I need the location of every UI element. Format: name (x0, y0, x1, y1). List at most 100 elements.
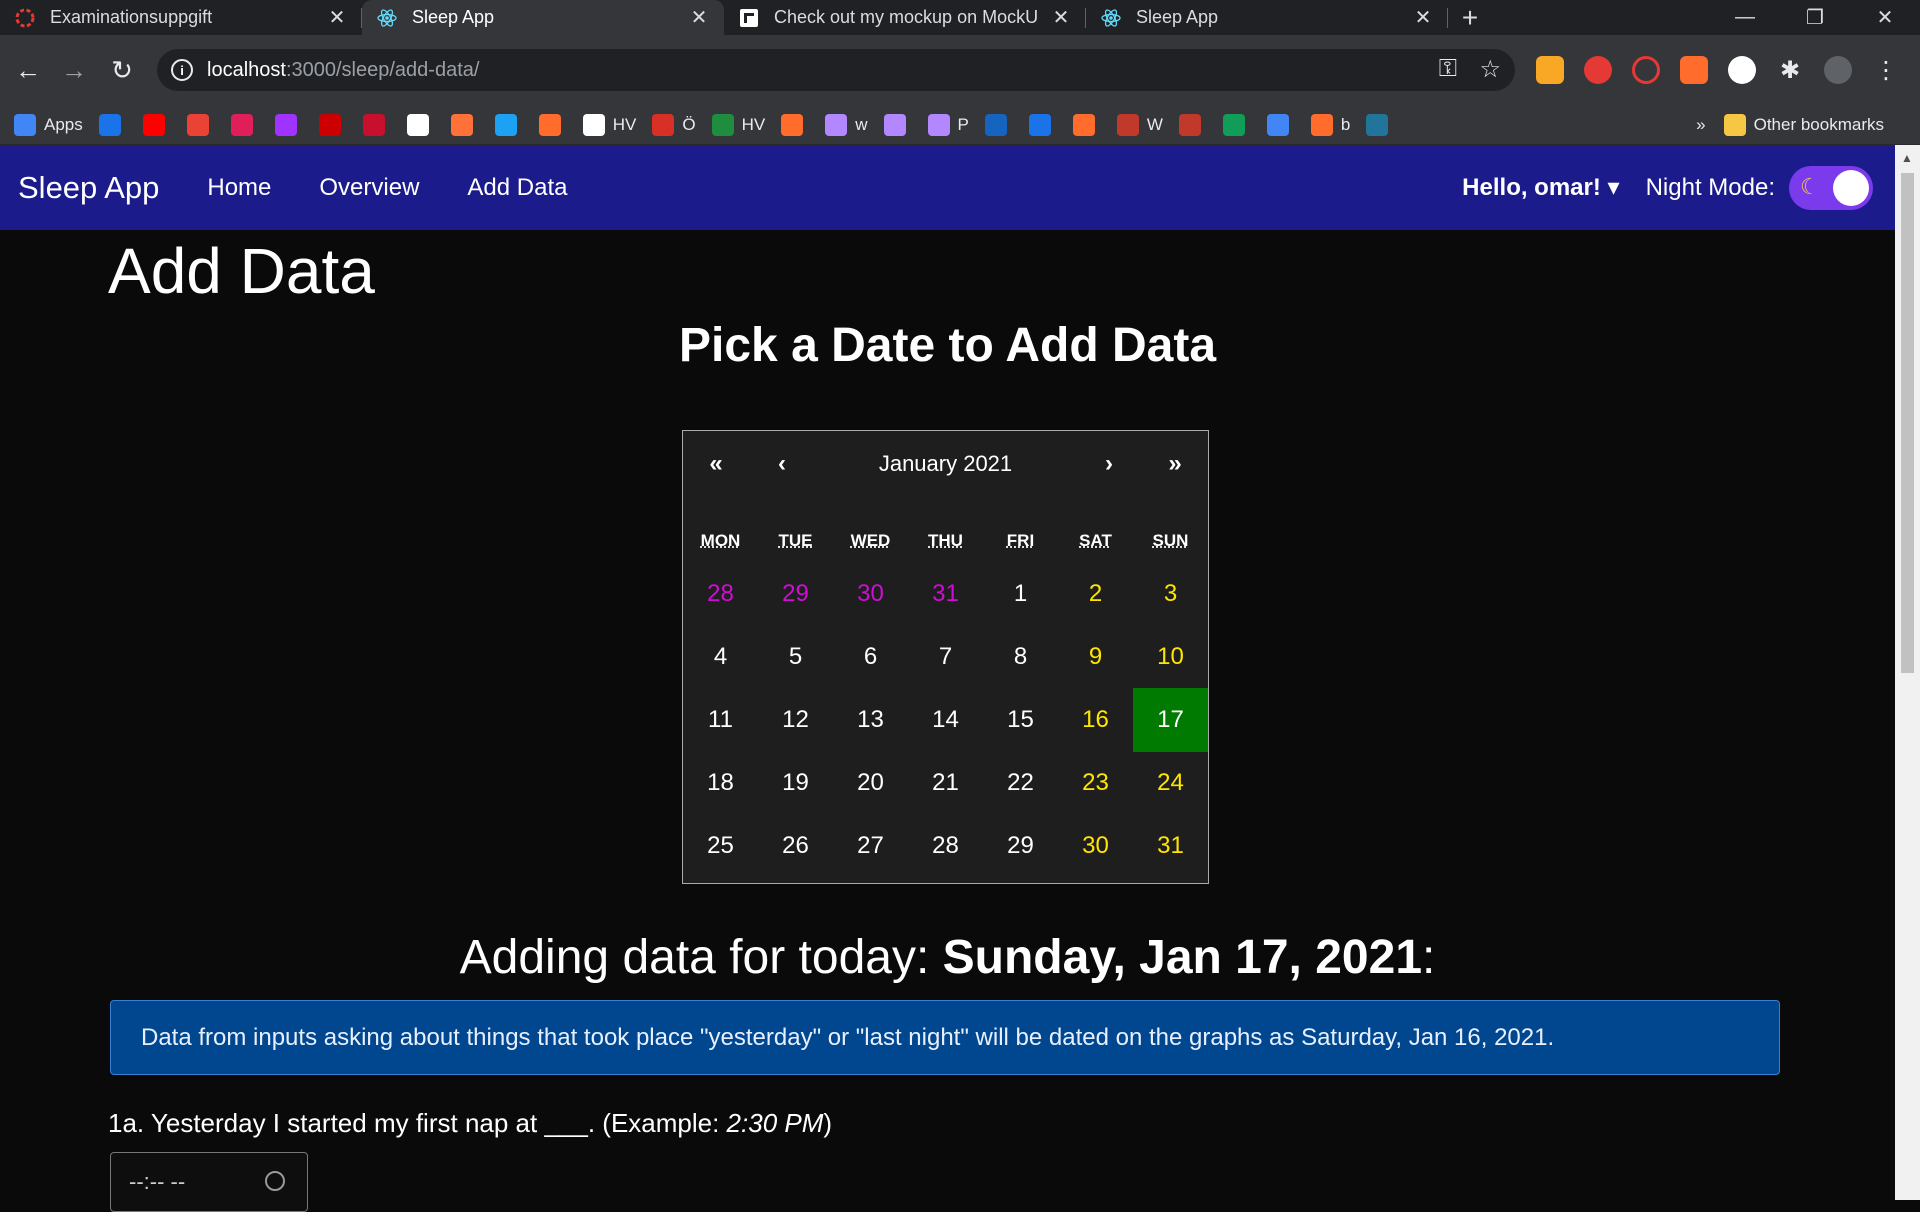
bookmarks-more[interactable]: » (1696, 115, 1705, 135)
star-bookmark-icon[interactable]: ☆ (1479, 55, 1501, 84)
calendar-day[interactable]: 13 (833, 688, 908, 751)
calendar-day[interactable]: 30 (833, 562, 908, 625)
calendar-day[interactable]: 12 (758, 688, 833, 751)
calendar-day[interactable]: 25 (683, 815, 758, 878)
calendar-day[interactable]: 15 (983, 688, 1058, 751)
bookmark-item[interactable] (1366, 113, 1396, 136)
extension-icon[interactable] (1632, 56, 1660, 84)
bookmark-item[interactable] (98, 113, 129, 136)
profile-avatar[interactable] (1824, 56, 1852, 84)
browser-tab[interactable]: Examinationsuppgift ✕ (0, 0, 362, 35)
nav-overview[interactable]: Overview (319, 174, 419, 202)
bookmark-item[interactable] (450, 113, 481, 136)
close-tab-icon[interactable]: ✕ (1050, 5, 1072, 30)
calendar-day[interactable]: 31 (1133, 815, 1208, 878)
bookmark-item[interactable] (494, 113, 525, 136)
site-info-icon[interactable]: i (171, 59, 193, 81)
extension-icon[interactable] (1728, 56, 1756, 84)
bookmark-item[interactable] (318, 113, 349, 136)
bookmark-item[interactable]: w (825, 113, 868, 136)
calendar-day[interactable]: 10 (1133, 625, 1208, 688)
browser-tab-active[interactable]: Sleep App ✕ (362, 0, 724, 35)
calendar-day[interactable]: 28 (908, 815, 983, 878)
bookmark-item[interactable] (142, 113, 173, 136)
prev-year-button[interactable]: « (683, 450, 749, 478)
bookmark-item[interactable]: HV (582, 113, 636, 136)
bookmark-item[interactable] (1028, 113, 1059, 136)
calendar-day[interactable]: 16 (1058, 688, 1133, 751)
close-tab-icon[interactable]: ✕ (1412, 5, 1434, 30)
next-year-button[interactable]: » (1142, 450, 1208, 478)
key-icon[interactable]: ⚿ (1439, 55, 1457, 83)
bookmark-item[interactable] (274, 113, 305, 136)
calendar-day[interactable]: 21 (908, 752, 983, 815)
calendar-day[interactable]: 8 (983, 625, 1058, 688)
calendar-day[interactable]: 30 (1058, 815, 1133, 878)
calendar-day[interactable]: 6 (833, 625, 908, 688)
bookmark-item[interactable] (538, 113, 569, 136)
calendar-day[interactable]: 4 (683, 625, 758, 688)
calendar-day[interactable]: 7 (908, 625, 983, 688)
scroll-up-arrow-icon[interactable]: ▲ (1901, 151, 1913, 165)
calendar-day[interactable]: 24 (1133, 752, 1208, 815)
page-scrollbar[interactable]: ▲ (1895, 145, 1920, 1200)
bookmark-item[interactable]: W (1116, 113, 1163, 136)
bookmark-item[interactable] (230, 113, 261, 136)
clock-icon[interactable] (265, 1171, 285, 1191)
calendar-day[interactable]: 19 (758, 752, 833, 815)
puzzle-extensions-icon[interactable]: ✱ (1776, 56, 1804, 84)
nap-start-time-input[interactable]: --:-- -- (110, 1152, 308, 1212)
new-tab-button[interactable]: + (1448, 0, 1492, 35)
bookmark-item[interactable] (1222, 113, 1253, 136)
close-tab-icon[interactable]: ✕ (688, 5, 710, 30)
calendar-day[interactable]: 26 (758, 815, 833, 878)
calendar-day[interactable]: 2 (1058, 562, 1133, 625)
restore-button[interactable]: ❐ (1780, 0, 1850, 35)
calendar-day[interactable]: 11 (683, 688, 758, 751)
bookmark-item[interactable]: Ö (652, 113, 696, 136)
bookmark-item[interactable] (883, 113, 914, 136)
bookmark-item[interactable] (984, 113, 1015, 136)
calendar-day[interactable]: 27 (833, 815, 908, 878)
calendar-day[interactable]: 9 (1058, 625, 1133, 688)
month-label[interactable]: January 2021 (815, 451, 1076, 477)
calendar-day[interactable]: 28 (683, 562, 758, 625)
minimize-button[interactable]: — (1710, 0, 1780, 35)
next-month-button[interactable]: › (1076, 450, 1142, 478)
extension-icon[interactable] (1584, 56, 1612, 84)
calendar-day[interactable]: 1 (983, 562, 1058, 625)
calendar-day[interactable]: 20 (833, 752, 908, 815)
back-button[interactable]: ← (10, 52, 46, 88)
bookmark-item[interactable]: HV (711, 113, 765, 136)
calendar-day[interactable]: 18 (683, 752, 758, 815)
menu-kebab-icon[interactable]: ⋮ (1872, 56, 1900, 84)
bookmark-item[interactable]: Apps (14, 113, 83, 136)
prev-month-button[interactable]: ‹ (749, 450, 815, 478)
calendar-day[interactable]: 14 (908, 688, 983, 751)
bookmark-item[interactable] (186, 113, 217, 136)
address-bar[interactable]: i localhost:3000/sleep/add-data/ ⚿ ☆ (157, 49, 1515, 91)
nav-add-data[interactable]: Add Data (467, 174, 567, 202)
extension-icon[interactable] (1680, 56, 1708, 84)
calendar-day[interactable]: 3 (1133, 562, 1208, 625)
extension-icon[interactable] (1536, 56, 1564, 84)
night-mode-toggle[interactable]: ☾ (1789, 165, 1873, 210)
bookmark-item[interactable]: P (927, 113, 969, 136)
calendar-day[interactable]: 29 (758, 562, 833, 625)
bookmark-item[interactable] (1072, 113, 1103, 136)
other-bookmarks[interactable]: Other bookmarks (1723, 114, 1884, 136)
bookmark-item[interactable] (781, 113, 811, 136)
bookmark-item[interactable] (1178, 113, 1209, 136)
calendar-day[interactable]: 23 (1058, 752, 1133, 815)
scrollbar-thumb[interactable] (1901, 173, 1914, 673)
nav-home[interactable]: Home (207, 174, 271, 202)
close-tab-icon[interactable]: ✕ (326, 5, 348, 30)
calendar-day[interactable]: 31 (908, 562, 983, 625)
calendar-day[interactable]: 5 (758, 625, 833, 688)
bookmark-item[interactable]: b (1310, 113, 1350, 136)
bookmark-item[interactable] (1266, 113, 1297, 136)
browser-tab[interactable]: Check out my mockup on MockU ✕ (724, 0, 1086, 35)
reload-button[interactable]: ↻ (104, 52, 140, 88)
user-menu[interactable]: Hello, omar! ▾ (1462, 173, 1619, 202)
forward-button[interactable]: → (56, 52, 92, 88)
